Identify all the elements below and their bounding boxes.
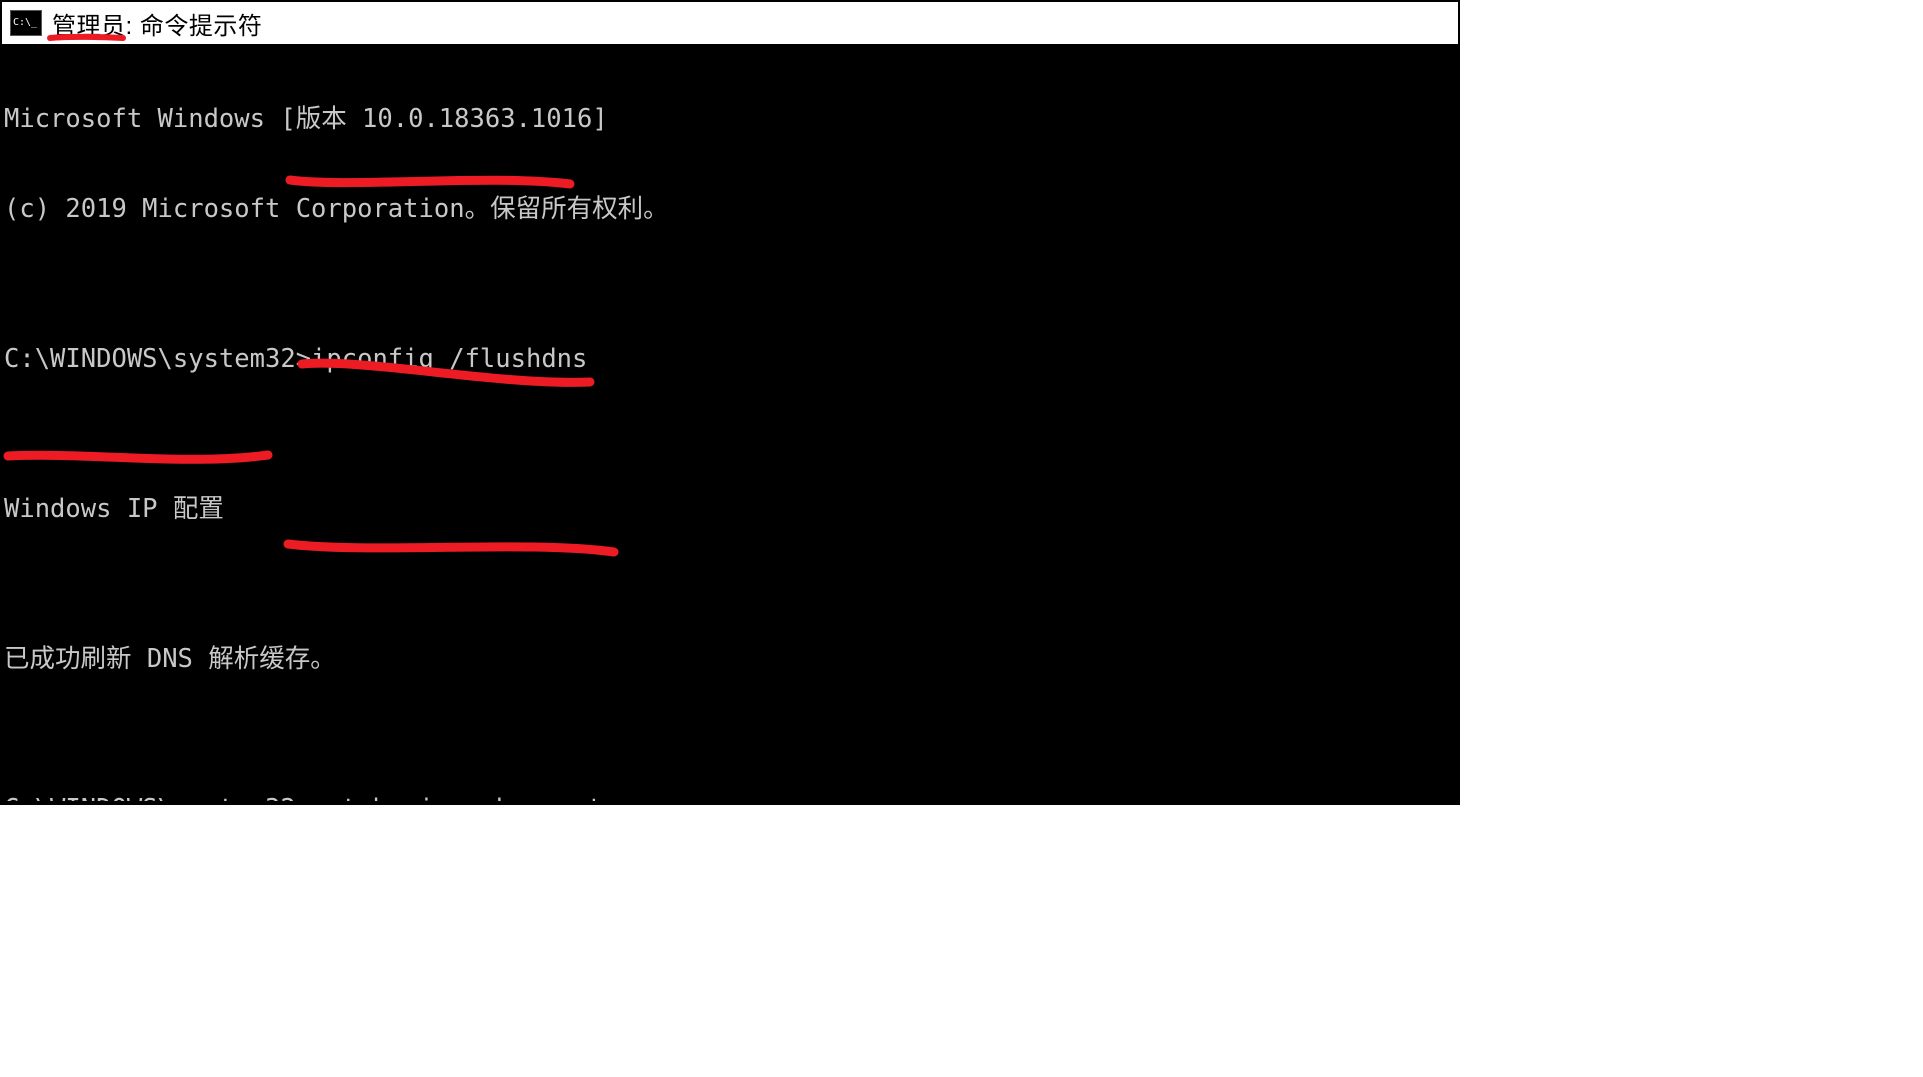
line-1: (c) 2019 Microsoft Corporation。保留所有权利。: [4, 194, 1456, 224]
titlebar[interactable]: C:\_ 管理员: 命令提示符: [2, 2, 1458, 44]
cmd-icon: C:\_: [10, 10, 42, 36]
console-output[interactable]: Microsoft Windows [版本 10.0.18363.1016] (…: [4, 44, 1456, 801]
line-3: C:\WINDOWS\system32>ipconfig /flushdns: [4, 344, 1456, 374]
line-7: 已成功刷新 DNS 解析缓存。: [4, 644, 1456, 674]
window-title: 管理员: 命令提示符: [52, 6, 262, 41]
line-0: Microsoft Windows [版本 10.0.18363.1016]: [4, 104, 1456, 134]
line-5: Windows IP 配置: [4, 494, 1456, 524]
cmd-icon-glyph: C:\_: [13, 18, 37, 28]
cmd-window: C:\_ 管理员: 命令提示符 Microsoft Windows [版本 10…: [0, 0, 1460, 805]
line-9: C:\WINDOWS\system32>netsh winsock reset: [4, 794, 1456, 801]
